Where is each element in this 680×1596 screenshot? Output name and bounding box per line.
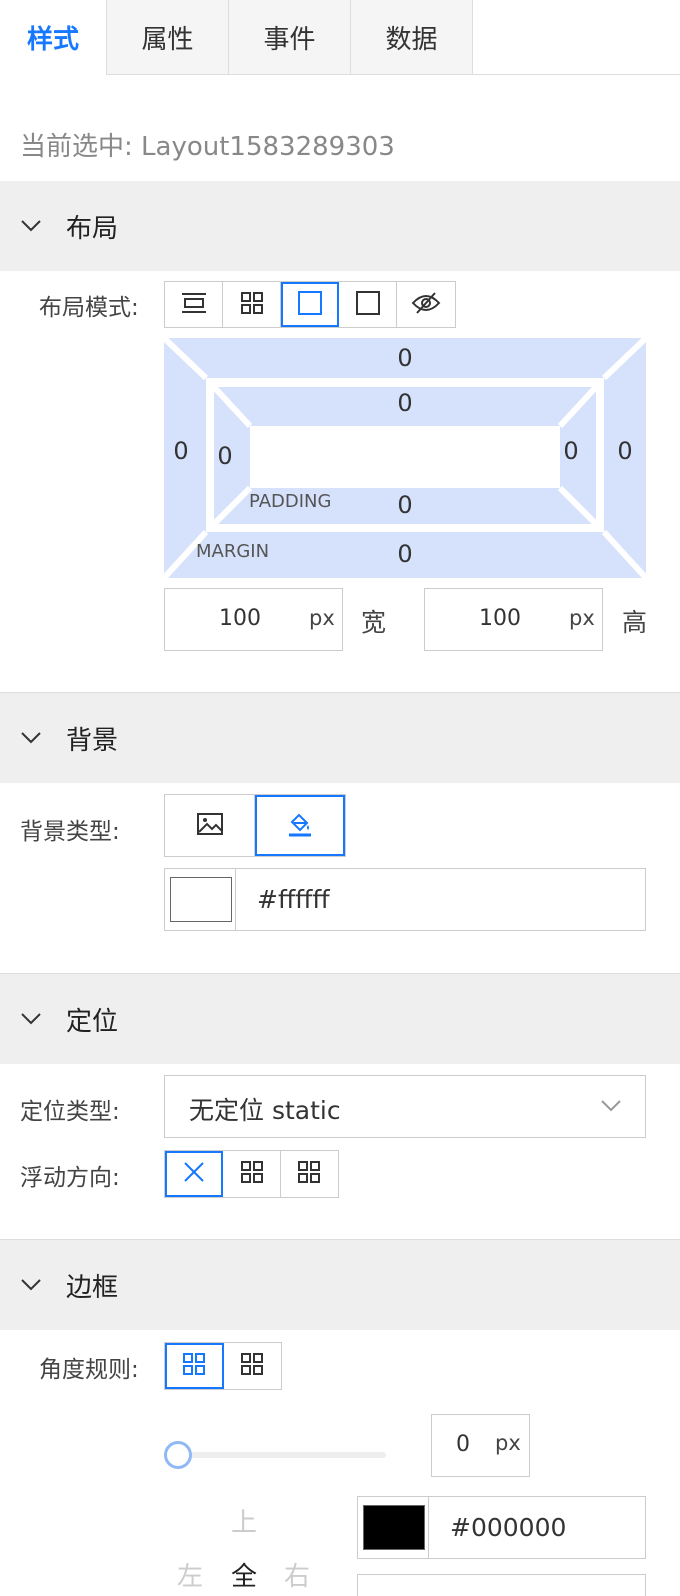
layout-mode-inline-button[interactable] xyxy=(165,282,223,327)
tab-events[interactable]: 事件 xyxy=(228,0,351,75)
background-type-group xyxy=(164,794,346,857)
layout-mode-block-button[interactable] xyxy=(281,282,339,327)
section-title: 定位 xyxy=(66,1006,119,1037)
background-image-button[interactable] xyxy=(165,795,255,856)
background-color-swatch[interactable] xyxy=(170,877,232,922)
padding-right-input[interactable]: 0 xyxy=(556,437,586,465)
image-icon xyxy=(196,812,224,840)
align-rows-icon xyxy=(179,291,209,319)
radius-unit: px xyxy=(495,1431,521,1455)
paint-bucket-icon xyxy=(286,810,314,842)
width-unit: px xyxy=(309,606,335,630)
chevron-down-icon xyxy=(18,1006,44,1032)
background-color-value[interactable]: #ffffff xyxy=(257,885,330,914)
padding-left-input[interactable]: 0 xyxy=(210,442,240,470)
tab-bar-underline xyxy=(472,74,680,75)
margin-bottom-input[interactable]: 0 xyxy=(385,540,425,568)
close-icon xyxy=(182,1160,206,1188)
chevron-down-icon xyxy=(600,1098,622,1117)
float-direction-label: 浮动方向: xyxy=(20,1165,120,1191)
padding-top-input[interactable]: 0 xyxy=(385,389,425,417)
position-type-select[interactable]: 无定位 static xyxy=(164,1075,646,1138)
padding-bottom-input[interactable]: 0 xyxy=(385,491,425,519)
square-icon xyxy=(297,290,323,320)
width-value: 100 xyxy=(219,606,261,631)
section-header-border[interactable]: 边框 xyxy=(0,1240,680,1330)
slider-handle[interactable] xyxy=(164,1441,192,1469)
radius-rule-group xyxy=(164,1342,282,1390)
section-title: 边框 xyxy=(66,1272,119,1303)
layout-mode-hidden-button[interactable] xyxy=(397,282,455,327)
section-header-position[interactable]: 定位 xyxy=(0,974,680,1064)
slider-track xyxy=(176,1452,386,1458)
float-right-button[interactable] xyxy=(280,1151,338,1197)
grid-icon xyxy=(240,291,264,319)
section-title: 背景 xyxy=(66,725,119,756)
tab-attributes[interactable]: 属性 xyxy=(106,0,229,75)
position-type-label: 定位类型: xyxy=(20,1099,120,1125)
grid-icon xyxy=(240,1352,264,1380)
layout-mode-group xyxy=(164,281,456,328)
section-header-background[interactable]: 背景 xyxy=(0,693,680,783)
section-title: 布局 xyxy=(66,213,119,244)
background-type-label: 背景类型: xyxy=(20,819,120,845)
height-unit: px xyxy=(569,606,595,630)
float-left-button[interactable] xyxy=(223,1151,281,1197)
border-side-left[interactable]: 左 xyxy=(177,1556,203,1593)
border-side-top[interactable]: 上 xyxy=(231,1502,257,1539)
chevron-down-icon xyxy=(18,725,44,751)
margin-top-input[interactable]: 0 xyxy=(385,344,425,372)
radius-slider[interactable] xyxy=(164,1440,392,1470)
border-side-right[interactable]: 右 xyxy=(284,1556,310,1593)
chevron-down-icon xyxy=(18,1272,44,1298)
height-value: 100 xyxy=(479,606,521,631)
grid-icon xyxy=(297,1160,321,1188)
border-side-all[interactable]: 全 xyxy=(231,1556,257,1593)
border-color-field[interactable]: #000000 xyxy=(357,1496,646,1559)
padding-label: PADDING xyxy=(249,491,332,512)
chevron-down-icon xyxy=(18,213,44,239)
margin-right-input[interactable]: 0 xyxy=(610,437,640,465)
border-color-value[interactable]: #000000 xyxy=(450,1513,566,1542)
swatch-divider xyxy=(235,869,236,930)
square-icon xyxy=(355,290,381,320)
margin-label: MARGIN xyxy=(196,541,270,562)
margin-left-input[interactable]: 0 xyxy=(166,437,196,465)
height-field[interactable]: 100 px xyxy=(424,588,603,651)
border-style-field[interactable] xyxy=(357,1574,646,1596)
grid-icon xyxy=(182,1352,206,1380)
tab-bar: 样式 属性 事件 数据 xyxy=(0,0,680,76)
layout-mode-grid-button[interactable] xyxy=(223,282,281,327)
float-none-button[interactable] xyxy=(165,1151,224,1197)
selected-component-text: 当前选中: Layout1583289303 xyxy=(20,132,395,162)
border-color-swatch[interactable] xyxy=(363,1505,425,1550)
height-label: 高 xyxy=(622,608,648,637)
radius-value-field[interactable]: 0 px xyxy=(431,1414,530,1477)
radius-separate-button[interactable] xyxy=(223,1343,281,1389)
grid-icon xyxy=(240,1160,264,1188)
background-color-button[interactable] xyxy=(255,795,345,856)
radius-rule-label: 角度规则: xyxy=(39,1357,139,1383)
width-label: 宽 xyxy=(361,608,387,637)
float-direction-group xyxy=(164,1150,339,1198)
layout-mode-label: 布局模式: xyxy=(39,295,139,321)
section-header-layout[interactable]: 布局 xyxy=(0,181,680,271)
eye-hidden-icon xyxy=(411,291,441,319)
layout-mode-inline-block-button[interactable] xyxy=(339,282,397,327)
swatch-divider xyxy=(428,1497,429,1558)
radius-all-button[interactable] xyxy=(165,1343,224,1389)
tab-style[interactable]: 样式 xyxy=(0,0,107,75)
position-type-value: 无定位 static xyxy=(189,1096,341,1125)
width-field[interactable]: 100 px xyxy=(164,588,343,651)
box-model-editor: 0 0 0 0 MARGIN 0 0 0 0 PADDING xyxy=(164,338,646,578)
background-color-field[interactable]: #ffffff xyxy=(164,868,646,931)
tab-data[interactable]: 数据 xyxy=(350,0,473,75)
radius-value: 0 xyxy=(456,1432,470,1457)
